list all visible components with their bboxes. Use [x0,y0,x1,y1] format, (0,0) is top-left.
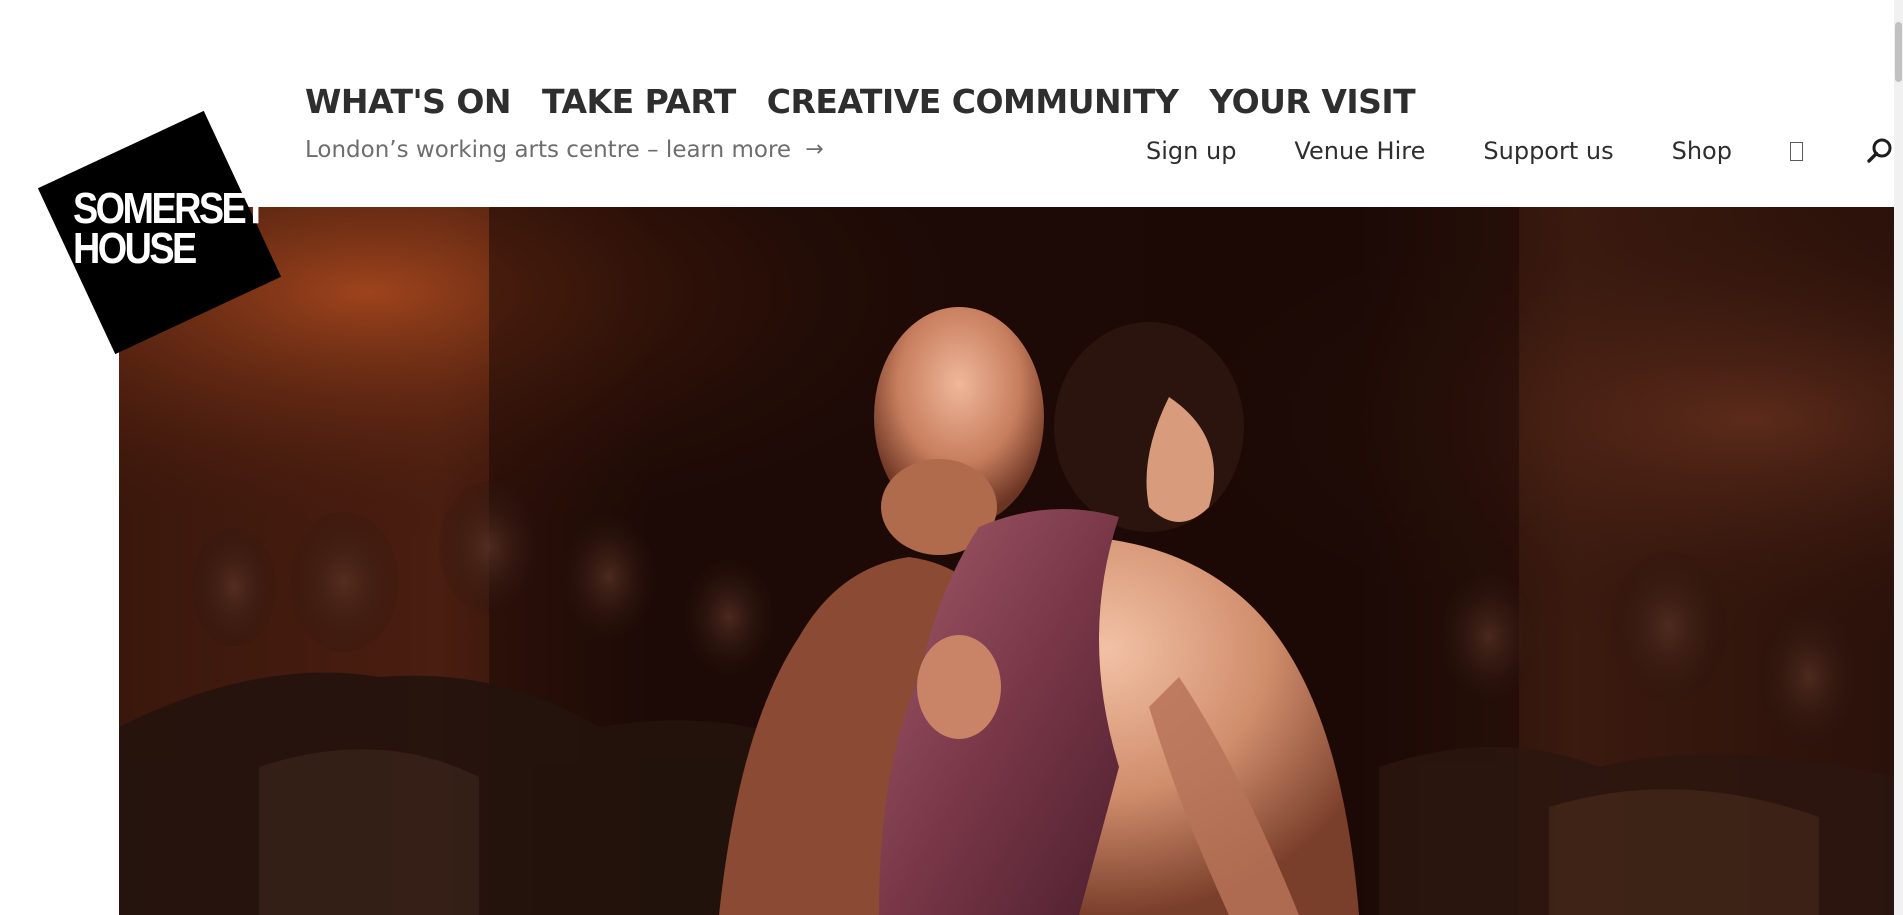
venue-hire-link[interactable]: Venue Hire [1294,137,1425,165]
box-icon[interactable] [1789,141,1803,161]
nav-whats-on[interactable]: WHAT'S ON [305,82,512,122]
nav-creative-community[interactable]: CREATIVE COMMUNITY [767,82,1179,122]
search-icon[interactable] [1865,136,1895,166]
logo-text: SOMERSET HOUSE [73,184,267,273]
tagline-text: London’s working arts centre – learn mor… [305,137,792,163]
secondary-nav: Sign up Venue Hire Support us Shop [1146,134,1895,168]
site-header: WHAT'S ON TAKE PART CREATIVE COMMUNITY Y… [0,0,1894,207]
sign-up-link[interactable]: Sign up [1146,137,1236,165]
page-scrollbar[interactable] [1894,0,1903,915]
hero-photo-illustration [119,207,1894,915]
arrow-right-icon: → [805,137,824,162]
page: WHAT'S ON TAKE PART CREATIVE COMMUNITY Y… [0,0,1903,915]
hero-image [119,207,1894,915]
somerset-house-logo[interactable]: SOMERSET HOUSE [37,110,282,355]
shop-link[interactable]: Shop [1672,137,1732,165]
nav-your-visit[interactable]: YOUR VISIT [1209,82,1415,122]
tagline-link[interactable]: London’s working arts centre – learn mor… [305,134,824,166]
primary-nav: WHAT'S ON TAKE PART CREATIVE COMMUNITY Y… [305,82,1416,122]
scrollbar-thumb[interactable] [1895,22,1902,82]
nav-take-part[interactable]: TAKE PART [542,82,736,122]
support-us-link[interactable]: Support us [1483,137,1613,165]
